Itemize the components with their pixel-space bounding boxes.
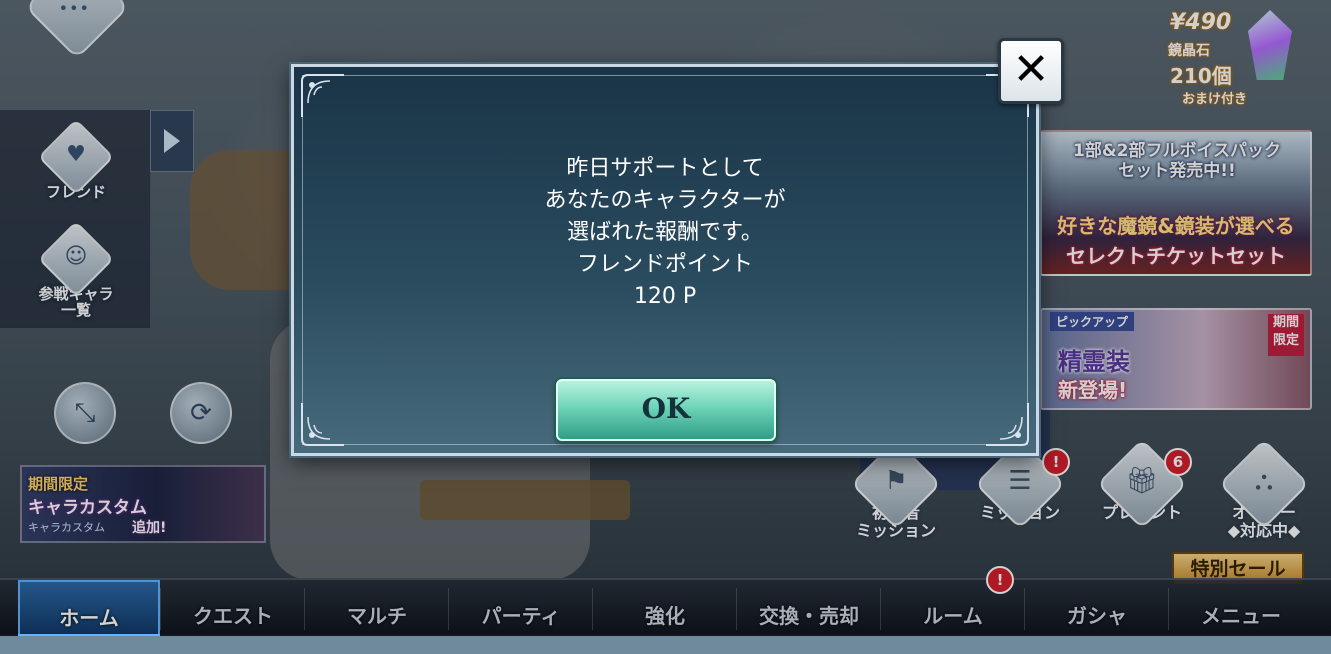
ornament-corner-br <box>986 403 1029 446</box>
reward-message: 昨日サポートとして あなたのキャラクターが 選ばれた報酬です。 フレンドポイント… <box>294 153 1036 313</box>
message-line: 昨日サポートとして <box>566 156 764 181</box>
message-line: 選ばれた報酬です。 <box>567 220 763 245</box>
reward-amount: 120 P <box>633 284 697 309</box>
ok-button[interactable]: OK <box>556 379 776 441</box>
message-line: あなたのキャラクターが <box>544 188 786 213</box>
ornament-corner-bl <box>301 403 344 446</box>
support-reward-dialog: 昨日サポートとして あなたのキャラクターが 選ばれた報酬です。 フレンドポイント… <box>291 64 1039 456</box>
ornament-corner-tl <box>301 74 344 117</box>
message-line: フレンドポイント <box>576 252 753 277</box>
close-icon[interactable]: ✕ <box>998 38 1064 104</box>
